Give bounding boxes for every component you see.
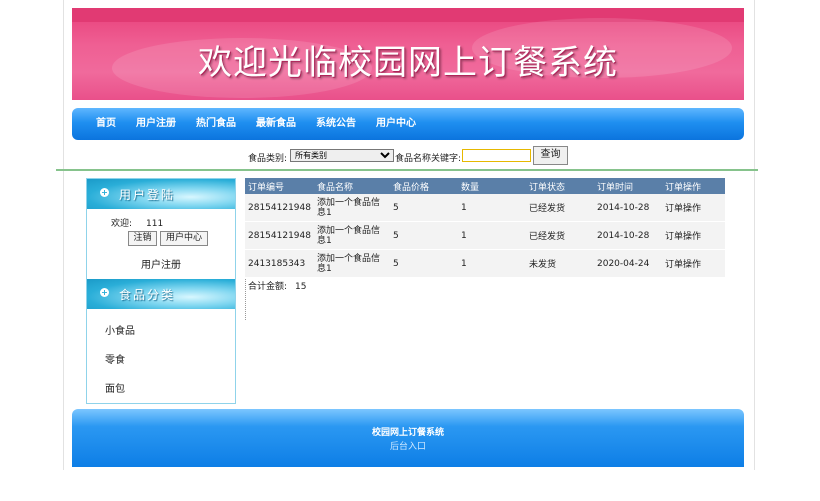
category-item[interactable]: 零食 bbox=[105, 351, 125, 366]
order-status: 已经发货 bbox=[526, 221, 594, 250]
column-header: 订单时间 bbox=[594, 178, 662, 194]
search-bar: 食品类别: 所有类别 食品名称关键字: 查询 bbox=[64, 146, 754, 166]
user-center-button[interactable]: 用户中心 bbox=[160, 231, 208, 246]
category-label: 食品类别: bbox=[248, 154, 288, 164]
column-header: 食品价格 bbox=[390, 178, 458, 194]
column-header: 数量 bbox=[458, 178, 526, 194]
column-header: 订单状态 bbox=[526, 178, 594, 194]
quantity: 1 bbox=[458, 221, 526, 250]
table-row: 28154121948 添加一个食品信息1 5 1 已经发货 2014-10-2… bbox=[245, 194, 725, 222]
table-header-row: 订单编号 食品名称 食品价格 数量 订单状态 订单时间 订单操作 bbox=[245, 178, 725, 194]
total-label: 合计金额: bbox=[248, 282, 288, 292]
quantity: 1 bbox=[458, 194, 526, 222]
nav-item-user-center[interactable]: 用户中心 bbox=[376, 114, 416, 129]
logout-button[interactable]: 注销 bbox=[128, 231, 157, 246]
category-panel-title: 食品分类 bbox=[119, 288, 176, 302]
nav-item-home[interactable]: 首页 bbox=[96, 114, 116, 129]
column-header: 订单编号 bbox=[245, 178, 314, 194]
column-header: 食品名称 bbox=[314, 178, 390, 194]
order-action-link[interactable]: 订单操作 bbox=[662, 194, 725, 222]
food-price: 5 bbox=[390, 249, 458, 278]
nav-item-hot-food[interactable]: 热门食品 bbox=[196, 114, 236, 129]
plus-circle-icon: + bbox=[100, 188, 109, 197]
quantity: 1 bbox=[458, 249, 526, 278]
total-value: 15 bbox=[295, 282, 307, 292]
sidebar: + 用户登陆 欢迎: 111 注销 用户中心 用户注册 + 食品分类 小食品 零食… bbox=[86, 178, 236, 404]
divider-line bbox=[56, 169, 758, 171]
nav-item-register[interactable]: 用户注册 bbox=[136, 114, 176, 129]
welcome-user: 111 bbox=[146, 219, 164, 229]
order-status: 未发货 bbox=[526, 249, 594, 278]
food-price: 5 bbox=[390, 194, 458, 222]
welcome-label: 欢迎: bbox=[111, 219, 133, 229]
category-panel-header: + 食品分类 bbox=[87, 279, 235, 309]
food-name: 添加一个食品信息1 bbox=[314, 221, 390, 250]
order-time: 2014-10-28 bbox=[594, 194, 662, 222]
order-id: 2413185343 bbox=[245, 249, 314, 278]
food-price: 5 bbox=[390, 221, 458, 250]
food-name: 添加一个食品信息1 bbox=[314, 194, 390, 222]
site-banner: 欢迎光临校园网上订餐系统 bbox=[72, 8, 744, 100]
category-item[interactable]: 小食品 bbox=[105, 322, 135, 337]
banner-title: 欢迎光临校园网上订餐系统 bbox=[198, 43, 618, 83]
login-panel-title: 用户登陆 bbox=[119, 188, 176, 202]
site-footer: 校园网上订餐系统 后台入口 bbox=[72, 409, 744, 467]
plus-circle-icon: + bbox=[100, 288, 109, 297]
order-id: 28154121948 bbox=[245, 194, 314, 222]
footer-title: 校园网上订餐系统 bbox=[371, 428, 444, 438]
login-panel-header: + 用户登陆 bbox=[87, 179, 235, 209]
order-id: 28154121948 bbox=[245, 221, 314, 250]
order-total: 合计金额: 15 bbox=[248, 279, 307, 292]
order-status: 已经发货 bbox=[526, 194, 594, 222]
welcome-text: 欢迎: 111 bbox=[111, 216, 163, 229]
column-header: 订单操作 bbox=[662, 178, 725, 194]
category-item[interactable]: 面包 bbox=[105, 380, 125, 395]
order-action-link[interactable]: 订单操作 bbox=[662, 249, 725, 278]
search-button[interactable]: 查询 bbox=[533, 146, 568, 165]
table-row: 28154121948 添加一个食品信息1 5 1 已经发货 2014-10-2… bbox=[245, 221, 725, 250]
keyword-input[interactable] bbox=[462, 149, 531, 162]
table-row: 2413185343 添加一个食品信息1 5 1 未发货 2020-04-24 … bbox=[245, 249, 725, 278]
orders-table: 订单编号 食品名称 食品价格 数量 订单状态 订单时间 订单操作 2815412… bbox=[245, 178, 725, 278]
food-name: 添加一个食品信息1 bbox=[314, 249, 390, 278]
category-select[interactable]: 所有类别 bbox=[290, 149, 394, 162]
keyword-label: 食品名称关键字: bbox=[395, 154, 462, 164]
nav-item-new-food[interactable]: 最新食品 bbox=[256, 114, 296, 129]
order-time: 2014-10-28 bbox=[594, 221, 662, 250]
page-container: 欢迎光临校园网上订餐系统 首页 用户注册 热门食品 最新食品 系统公告 用户中心… bbox=[63, 0, 755, 470]
nav-item-notice[interactable]: 系统公告 bbox=[316, 114, 356, 129]
register-link[interactable]: 用户注册 bbox=[87, 256, 235, 271]
main-nav: 首页 用户注册 热门食品 最新食品 系统公告 用户中心 bbox=[72, 108, 744, 140]
admin-link[interactable]: 后台入口 bbox=[72, 439, 744, 452]
order-action-link[interactable]: 订单操作 bbox=[662, 221, 725, 250]
order-time: 2020-04-24 bbox=[594, 249, 662, 278]
